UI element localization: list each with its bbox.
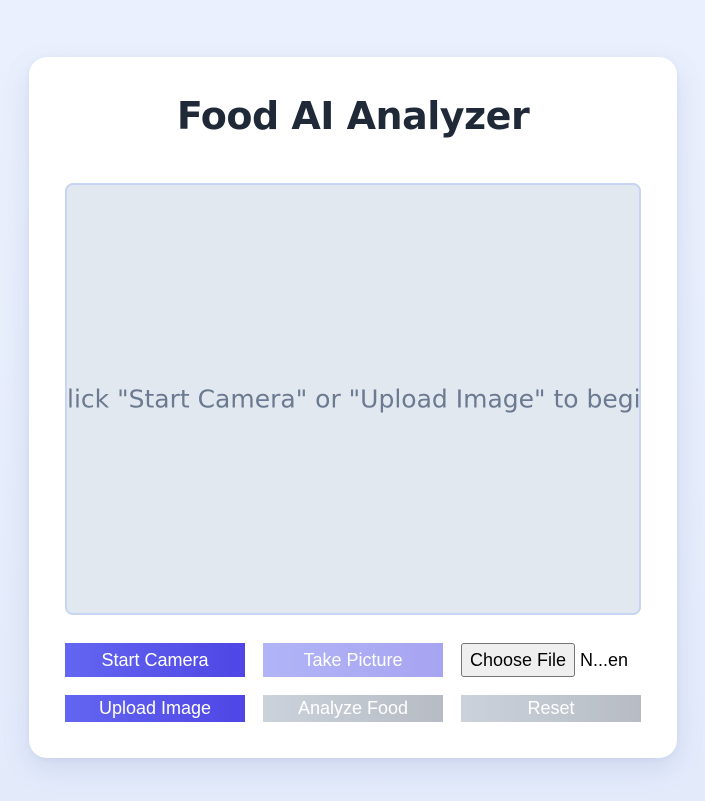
upload-image-button[interactable]: Upload Image [65,695,245,722]
start-camera-button[interactable]: Start Camera [65,643,245,677]
preview-placeholder-text: Click "Start Camera" or "Upload Image" t… [65,384,641,414]
analyze-food-button[interactable]: Analyze Food [263,695,443,722]
choose-file-button[interactable]: Choose File [461,643,576,677]
file-input[interactable]: Choose File N...en [461,643,641,677]
analyzer-card: Food AI Analyzer Click "Start Camera" or… [29,57,677,758]
reset-button[interactable]: Reset [461,695,641,722]
page-title: Food AI Analyzer [176,94,530,138]
camera-preview: Click "Start Camera" or "Upload Image" t… [65,183,641,615]
file-status-text: N...en [580,649,629,670]
take-picture-button[interactable]: Take Picture [263,643,443,677]
